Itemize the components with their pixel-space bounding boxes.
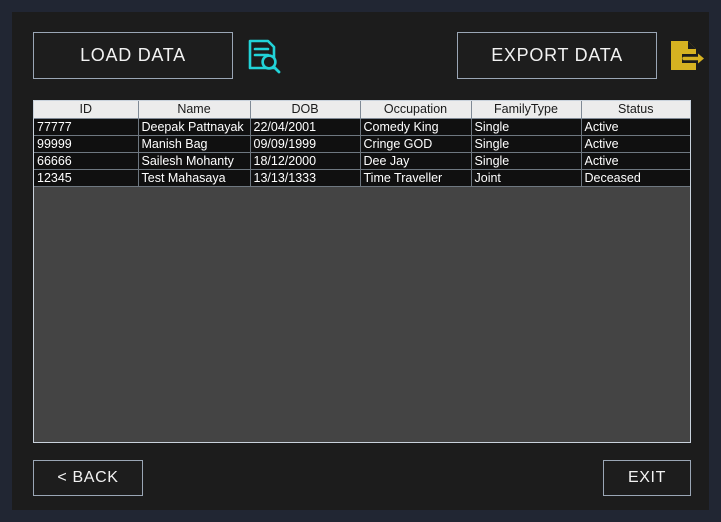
- cell-name: Sailesh Mohanty: [138, 152, 251, 170]
- cell-dob: 18/12/2000: [250, 152, 361, 170]
- cell-name: Deepak Pattnayak: [138, 118, 251, 136]
- cell-dob: 13/13/1333: [250, 169, 361, 187]
- cell-dob: 22/04/2001: [250, 118, 361, 136]
- export-data-label: EXPORT DATA: [491, 45, 623, 65]
- cell-id: 12345: [34, 169, 139, 187]
- application-window: LOAD DATA EXPORT DATA ID Name DOB Occupa…: [0, 0, 721, 522]
- export-data-button[interactable]: EXPORT DATA: [457, 32, 657, 79]
- document-search-icon[interactable]: [240, 32, 284, 79]
- table-row[interactable]: 99999 Manish Bag 09/09/1999 Cringe GOD S…: [34, 135, 690, 153]
- cell-id: 77777: [34, 118, 139, 136]
- cell-id: 66666: [34, 152, 139, 170]
- cell-familytype: Single: [471, 152, 582, 170]
- back-label: < BACK: [57, 469, 119, 486]
- cell-occupation: Cringe GOD: [360, 135, 472, 153]
- cell-status: Active: [581, 135, 690, 153]
- cell-id: 99999: [34, 135, 139, 153]
- column-header-id[interactable]: ID: [34, 101, 139, 119]
- table-header-row: ID Name DOB Occupation FamilyType Status: [34, 101, 690, 119]
- table-row[interactable]: 77777 Deepak Pattnayak 22/04/2001 Comedy…: [34, 118, 690, 136]
- cell-familytype: Joint: [471, 169, 582, 187]
- column-header-name[interactable]: Name: [138, 101, 251, 119]
- cell-name: Manish Bag: [138, 135, 251, 153]
- document-export-icon[interactable]: [664, 32, 708, 79]
- content-panel: LOAD DATA EXPORT DATA ID Name DOB Occupa…: [12, 12, 709, 510]
- cell-name: Test Mahasaya: [138, 169, 251, 187]
- cell-occupation: Time Traveller: [360, 169, 472, 187]
- load-data-label: LOAD DATA: [80, 45, 186, 65]
- table-row[interactable]: 66666 Sailesh Mohanty 18/12/2000 Dee Jay…: [34, 152, 690, 170]
- column-header-occupation[interactable]: Occupation: [360, 101, 472, 119]
- column-header-dob[interactable]: DOB: [250, 101, 361, 119]
- records-table: ID Name DOB Occupation FamilyType Status…: [34, 101, 690, 187]
- cell-familytype: Single: [471, 135, 582, 153]
- column-header-status[interactable]: Status: [581, 101, 690, 119]
- cell-occupation: Dee Jay: [360, 152, 472, 170]
- exit-button[interactable]: EXIT: [603, 460, 691, 496]
- cell-familytype: Single: [471, 118, 582, 136]
- back-button[interactable]: < BACK: [33, 460, 143, 496]
- cell-occupation: Comedy King: [360, 118, 472, 136]
- table-row[interactable]: 12345 Test Mahasaya 13/13/1333 Time Trav…: [34, 169, 690, 187]
- cell-status: Active: [581, 118, 690, 136]
- records-table-container[interactable]: ID Name DOB Occupation FamilyType Status…: [33, 100, 691, 443]
- load-data-button[interactable]: LOAD DATA: [33, 32, 233, 79]
- cell-status: Active: [581, 152, 690, 170]
- cell-status: Deceased: [581, 169, 690, 187]
- exit-label: EXIT: [627, 469, 667, 486]
- column-header-familytype[interactable]: FamilyType: [471, 101, 582, 119]
- cell-dob: 09/09/1999: [250, 135, 361, 153]
